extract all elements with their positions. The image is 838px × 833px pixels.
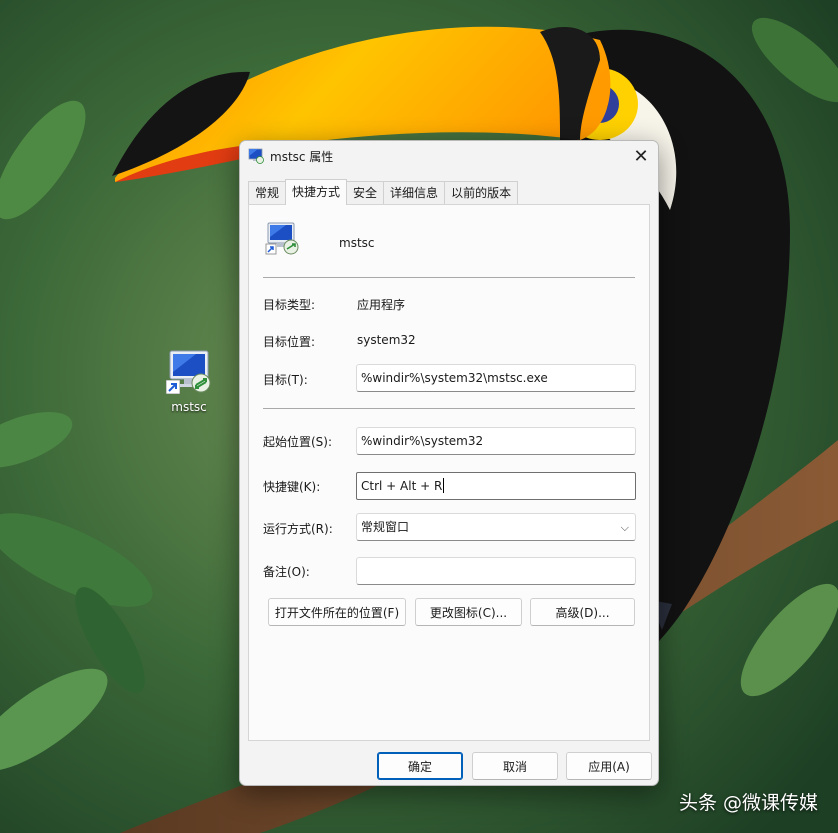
app-icon bbox=[265, 221, 299, 255]
close-button[interactable]: ✕ bbox=[624, 141, 658, 171]
shortcut-tab-panel: mstsc 目标类型: 应用程序 目标位置: system32 目标(T): %… bbox=[248, 204, 650, 741]
tab-details[interactable]: 详细信息 bbox=[383, 181, 446, 205]
shortcut-key-field[interactable]: Ctrl + Alt + R bbox=[356, 472, 636, 500]
watermark-text: 头条 @微课传媒 bbox=[678, 792, 818, 814]
tab-shortcut[interactable]: 快捷方式 bbox=[285, 179, 348, 205]
target-type-label: 目标类型: bbox=[263, 298, 316, 312]
shortcut-arrow-icon bbox=[166, 380, 180, 394]
run-label: 运行方式(R): bbox=[263, 522, 333, 536]
remote-desktop-icon bbox=[265, 222, 299, 255]
target-location-label: 目标位置: bbox=[263, 335, 316, 349]
advanced-button[interactable]: 高级(D)... bbox=[530, 598, 635, 626]
comment-field[interactable] bbox=[356, 557, 636, 585]
text-caret bbox=[443, 478, 445, 493]
tab-general[interactable]: 常规 bbox=[248, 181, 287, 205]
tab-strip: 常规 快捷方式 安全 详细信息 以前的版本 bbox=[248, 179, 519, 205]
cancel-button[interactable]: 取消 bbox=[472, 752, 558, 780]
title-bar[interactable]: mstsc 属性 ✕ bbox=[240, 141, 658, 171]
divider bbox=[263, 277, 635, 278]
open-file-location-button[interactable]: 打开文件所在的位置(F) bbox=[268, 598, 406, 626]
divider bbox=[263, 408, 635, 409]
target-label: 目标(T): bbox=[263, 373, 308, 387]
comment-label: 备注(O): bbox=[263, 565, 310, 579]
target-field[interactable]: %windir%\system32\mstsc.exe bbox=[356, 364, 636, 392]
change-icon-button[interactable]: 更改图标(C)... bbox=[415, 598, 522, 626]
chevron-down-icon: ⌵ bbox=[620, 521, 629, 534]
tab-security[interactable]: 安全 bbox=[346, 181, 385, 205]
target-type-value: 应用程序 bbox=[357, 298, 406, 312]
apply-button[interactable]: 应用(A) bbox=[566, 752, 652, 780]
shortcut-key-value: Ctrl + Alt + R bbox=[361, 479, 443, 493]
desktop-shortcut-mstsc[interactable]: mstsc bbox=[156, 348, 222, 422]
start-in-field[interactable]: %windir%\system32 bbox=[356, 427, 636, 455]
shortcut-key-label: 快捷键(K): bbox=[263, 480, 321, 494]
app-name: mstsc bbox=[339, 236, 375, 250]
start-in-label: 起始位置(S): bbox=[263, 435, 333, 449]
target-location-value: system32 bbox=[357, 333, 416, 347]
dialog-title: mstsc 属性 bbox=[270, 149, 334, 164]
close-icon: ✕ bbox=[633, 145, 649, 167]
ok-button[interactable]: 确定 bbox=[377, 752, 463, 780]
tab-previous-versions[interactable]: 以前的版本 bbox=[444, 181, 519, 205]
remote-desktop-icon bbox=[166, 348, 212, 394]
run-select[interactable]: 常规窗口 ⌵ bbox=[356, 513, 636, 541]
properties-dialog: mstsc 属性 ✕ 常规 快捷方式 安全 详细信息 以前的版本 mstsc 目… bbox=[239, 140, 659, 786]
run-select-value: 常规窗口 bbox=[361, 520, 410, 534]
desktop-icon-label: mstsc bbox=[171, 400, 207, 414]
remote-desktop-icon bbox=[248, 148, 264, 164]
